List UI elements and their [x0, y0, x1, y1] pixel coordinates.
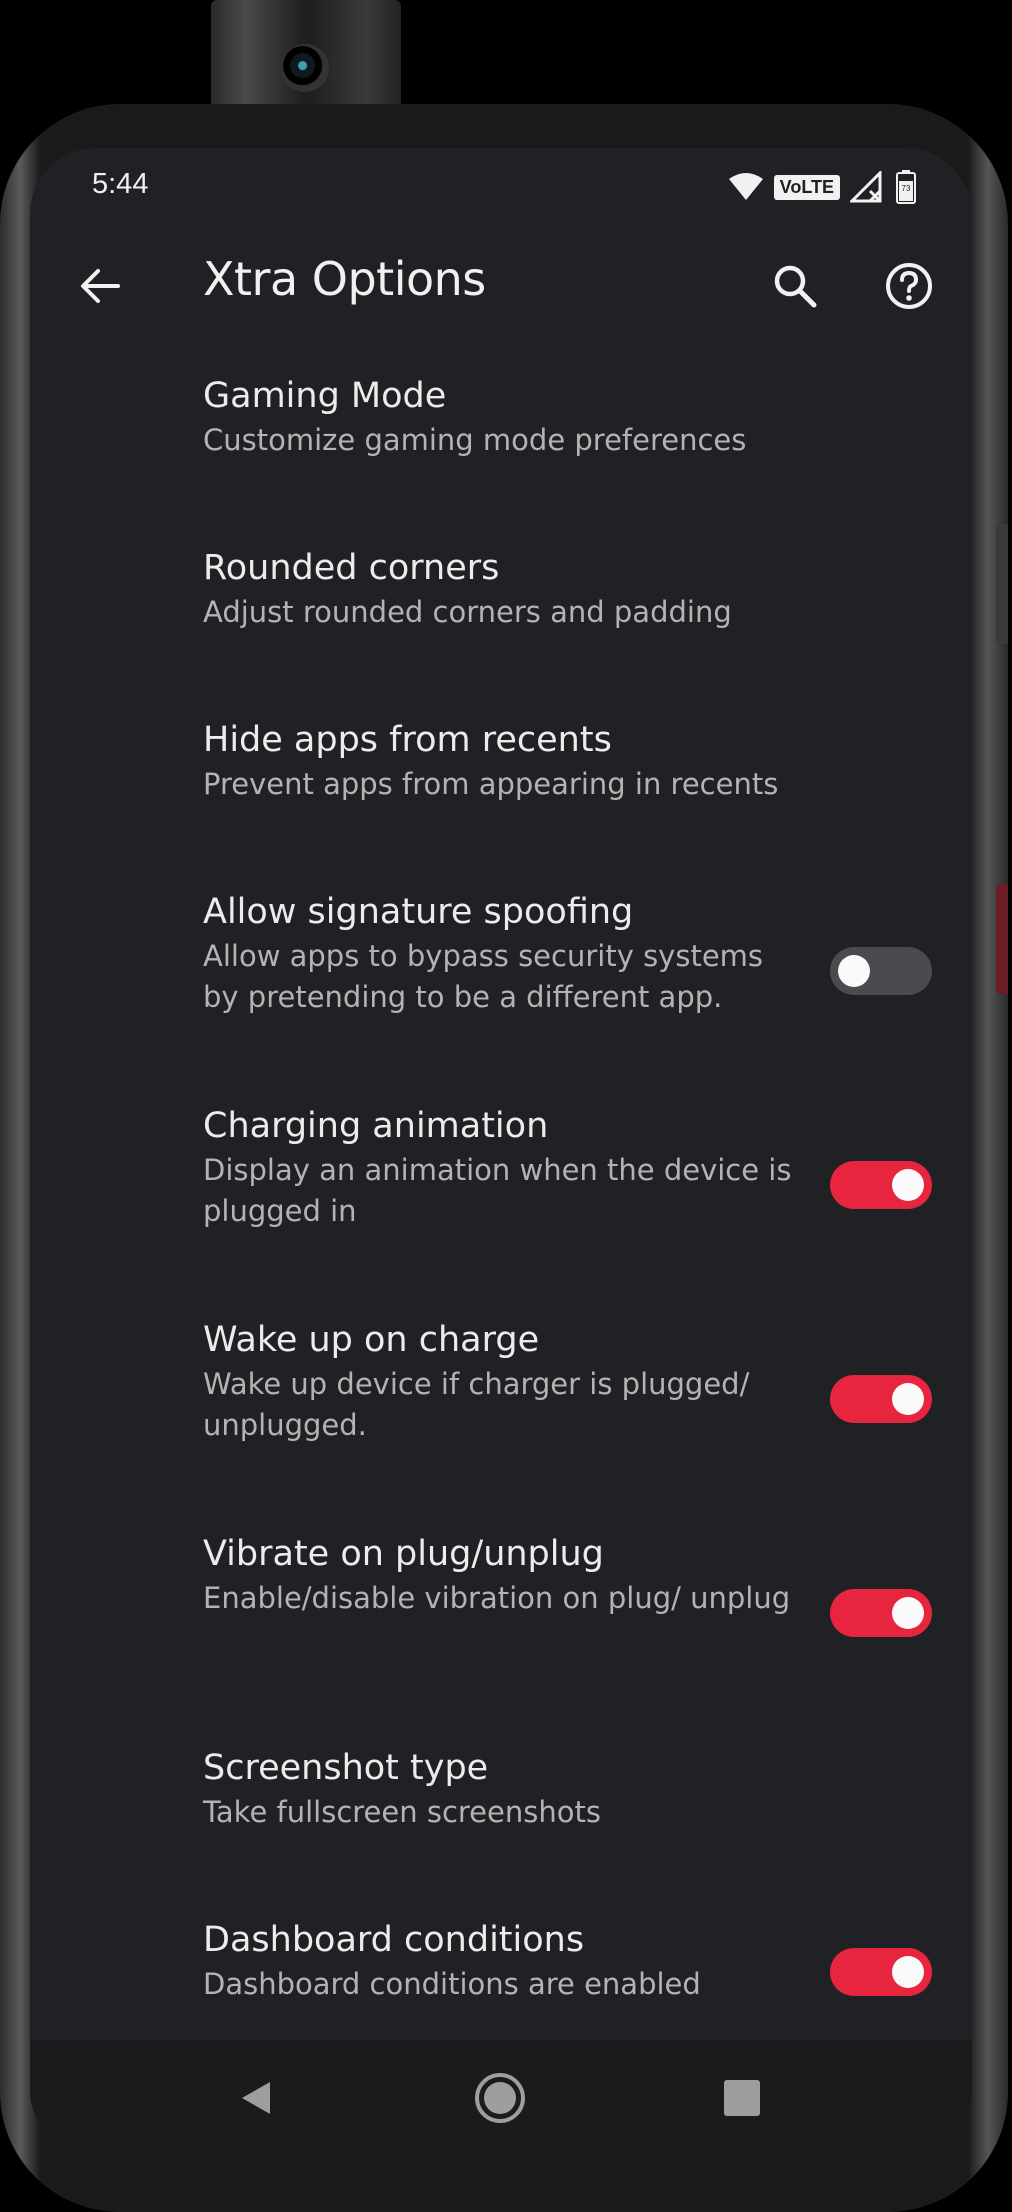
pref-summary: Prevent apps from appearing in recents	[203, 767, 779, 801]
pref-title: Allow signature spoofing	[203, 892, 634, 932]
battery-icon: 73	[896, 170, 916, 204]
volte-badge: VoLTE	[773, 174, 840, 200]
switch-knob	[838, 955, 870, 987]
status-bar: 5:44 VoLTE 73	[30, 148, 972, 226]
pref-title: Gaming Mode	[203, 376, 447, 416]
pref-hide-apps-recents[interactable]: Hide apps from recents Prevent apps from…	[30, 692, 972, 864]
app-bar: Xtra Options	[30, 226, 972, 348]
pref-title: Rounded corners	[203, 548, 500, 588]
screen: 5:44 VoLTE 73 Xtra Options Gaming Mode C…	[30, 148, 972, 2156]
pref-wake-on-charge[interactable]: Wake up on charge Wake up device if char…	[30, 1292, 972, 1506]
battery-level: 73	[902, 184, 911, 193]
pref-summary: Take fullscreen screenshots	[203, 1795, 601, 1829]
pref-summary: Allow apps to bypass security systems by…	[203, 939, 764, 1014]
pref-title: Screenshot type	[203, 1748, 489, 1788]
pref-rounded-corners[interactable]: Rounded corners Adjust rounded corners a…	[30, 520, 972, 692]
page-title: Xtra Options	[203, 252, 486, 306]
back-button[interactable]	[68, 254, 132, 318]
pref-title: Dashboard conditions	[203, 1920, 585, 1960]
pref-title: Charging animation	[203, 1106, 549, 1146]
help-button[interactable]	[877, 254, 941, 318]
pref-summary: Customize gaming mode preferences	[203, 423, 747, 457]
volume-button	[996, 524, 1008, 644]
nav-home-icon	[475, 2073, 525, 2123]
nav-home-button[interactable]	[468, 2066, 532, 2130]
camera-lens-icon	[281, 44, 329, 92]
back-arrow-icon	[81, 269, 120, 303]
search-icon	[774, 265, 817, 308]
pref-charging-animation[interactable]: Charging animation Display an animation …	[30, 1078, 972, 1292]
device-frame: 5:44 VoLTE 73 Xtra Options Gaming Mode C…	[0, 0, 1012, 2212]
wifi-icon	[728, 173, 763, 200]
preferences-list: Gaming Mode Customize gaming mode prefer…	[30, 348, 972, 2040]
pref-screenshot-type[interactable]: Screenshot type Take fullscreen screensh…	[30, 1720, 972, 1892]
search-button[interactable]	[763, 254, 827, 318]
dashboard-conditions-switch[interactable]	[830, 1948, 932, 1996]
switch-knob	[892, 1169, 924, 1201]
switch-knob	[892, 1383, 924, 1415]
pref-summary: Adjust rounded corners and padding	[203, 595, 732, 629]
pref-gaming-mode[interactable]: Gaming Mode Customize gaming mode prefer…	[30, 348, 972, 520]
pref-summary: Display an animation when the device is …	[203, 1153, 792, 1228]
charging-animation-switch[interactable]	[830, 1161, 932, 1209]
popup-camera	[211, 0, 401, 112]
signal-icon	[850, 171, 882, 203]
pref-title: Wake up on charge	[203, 1320, 540, 1360]
switch-knob	[892, 1956, 924, 1988]
wake-on-charge-switch[interactable]	[830, 1375, 932, 1423]
navigation-bar	[30, 2040, 972, 2156]
status-icons: VoLTE 73	[728, 170, 916, 204]
pref-title: Vibrate on plug/unplug	[203, 1534, 604, 1574]
signature-spoofing-switch[interactable]	[830, 947, 932, 995]
nav-back-button[interactable]	[224, 2066, 288, 2130]
pref-summary: Wake up device if charger is plugged/ un…	[203, 1367, 750, 1442]
status-time: 5:44	[92, 168, 149, 200]
pref-vibrate-plug[interactable]: Vibrate on plug/unplug Enable/disable vi…	[30, 1506, 972, 1720]
power-button	[996, 884, 1008, 994]
nav-back-icon	[242, 2082, 270, 2114]
nav-recents-icon	[724, 2080, 760, 2116]
pref-title: Hide apps from recents	[203, 720, 612, 760]
pref-signature-spoofing[interactable]: Allow signature spoofing Allow apps to b…	[30, 864, 972, 1078]
nav-recents-button[interactable]	[710, 2066, 774, 2130]
pref-dashboard-conditions[interactable]: Dashboard conditions Dashboard condition…	[30, 1892, 972, 2040]
switch-knob	[892, 1597, 924, 1629]
pref-summary: Enable/disable vibration on plug/ unplug	[203, 1581, 791, 1615]
vibrate-plug-switch[interactable]	[830, 1589, 932, 1637]
help-icon	[886, 263, 932, 309]
pref-summary: Dashboard conditions are enabled	[203, 1967, 701, 2001]
